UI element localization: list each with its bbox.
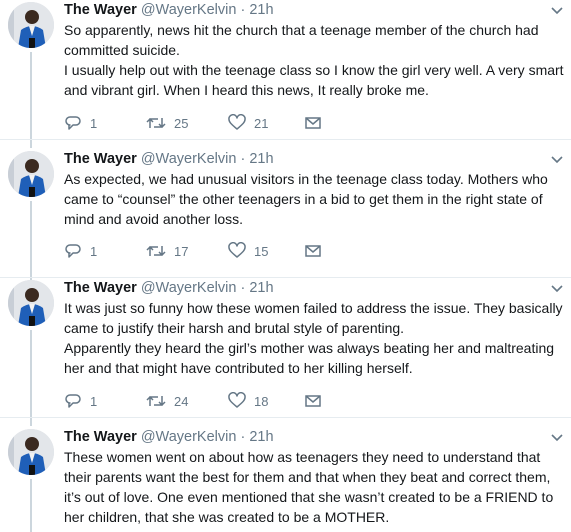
retweet-count: 25 bbox=[174, 115, 189, 131]
tweet-divider bbox=[0, 139, 571, 140]
heart-icon bbox=[228, 114, 246, 130]
tweet-paragraph: As expected, we had unusual visitors in … bbox=[64, 171, 548, 227]
tweet-actions: 1 25 21 bbox=[64, 113, 364, 133]
timestamp[interactable]: 21h bbox=[249, 280, 273, 296]
tweet-text: As expected, we had unusual visitors in … bbox=[64, 169, 564, 229]
like-count: 15 bbox=[254, 243, 269, 259]
tweet-text: These women went on about how as teenage… bbox=[64, 447, 564, 527]
tweet-paragraph: I usually help out with the teenage clas… bbox=[64, 62, 564, 98]
reply-icon bbox=[65, 244, 81, 258]
reply-count: 1 bbox=[90, 243, 98, 259]
thread-connector bbox=[30, 52, 32, 148]
retweet-button[interactable]: 17 bbox=[146, 241, 188, 261]
tweet-text: It was just so funny how these women fai… bbox=[64, 298, 564, 378]
message-button[interactable] bbox=[304, 391, 322, 411]
user-handle[interactable]: @WayerKelvin bbox=[141, 151, 237, 167]
envelope-icon bbox=[305, 395, 321, 407]
display-name[interactable]: The Wayer bbox=[64, 2, 137, 18]
tweet-divider bbox=[0, 417, 571, 418]
display-name[interactable]: The Wayer bbox=[64, 151, 137, 167]
chevron-down-icon[interactable] bbox=[549, 151, 565, 167]
tweet-actions: 1 17 15 bbox=[64, 241, 364, 261]
reply-button[interactable]: 1 bbox=[64, 241, 97, 261]
thread-connector bbox=[30, 479, 32, 532]
tweet-paragraph: It was just so funny how these women fai… bbox=[64, 300, 563, 336]
chevron-down-icon[interactable] bbox=[549, 280, 565, 296]
like-count: 18 bbox=[254, 393, 269, 409]
envelope-icon bbox=[305, 117, 321, 129]
tweet[interactable]: The Wayer @WayerKelvin · 21h These women… bbox=[0, 427, 571, 532]
timestamp[interactable]: 21h bbox=[249, 429, 273, 445]
chevron-down-icon[interactable] bbox=[549, 2, 565, 18]
tweet-thread: The Wayer @WayerKelvin · 21h So apparent… bbox=[0, 0, 571, 532]
timestamp[interactable]: 21h bbox=[249, 151, 273, 167]
retweet-count: 17 bbox=[174, 243, 189, 259]
tweet[interactable]: The Wayer @WayerKelvin · 21h So apparent… bbox=[0, 0, 571, 148]
retweet-button[interactable]: 25 bbox=[146, 113, 188, 133]
avatar[interactable] bbox=[8, 151, 54, 197]
tweet-paragraph: So apparently, news hit the church that … bbox=[64, 22, 539, 58]
display-name[interactable]: The Wayer bbox=[64, 429, 137, 445]
tweet-paragraph: Apparently they heard the girl’s mother … bbox=[64, 340, 555, 376]
user-handle[interactable]: @WayerKelvin bbox=[141, 280, 237, 296]
separator-dot: · bbox=[240, 280, 246, 296]
retweet-button[interactable]: 24 bbox=[146, 391, 188, 411]
retweet-icon bbox=[146, 395, 166, 407]
reply-icon bbox=[65, 116, 81, 130]
message-button[interactable] bbox=[304, 113, 322, 133]
tweet-text: So apparently, news hit the church that … bbox=[64, 20, 564, 100]
avatar[interactable] bbox=[8, 429, 54, 475]
user-handle[interactable]: @WayerKelvin bbox=[141, 2, 237, 18]
message-button[interactable] bbox=[304, 241, 322, 261]
thread-connector bbox=[30, 201, 32, 287]
tweet-header: The Wayer @WayerKelvin · 21h bbox=[64, 149, 274, 169]
tweet-paragraph: These women went on about how as teenage… bbox=[64, 449, 554, 525]
user-handle[interactable]: @WayerKelvin bbox=[141, 429, 237, 445]
thread-connector bbox=[30, 330, 32, 426]
like-count: 21 bbox=[254, 115, 269, 131]
reply-button[interactable]: 1 bbox=[64, 113, 97, 133]
retweet-icon bbox=[146, 117, 166, 129]
reply-icon bbox=[65, 394, 81, 408]
retweet-icon bbox=[146, 245, 166, 257]
reply-button[interactable]: 1 bbox=[64, 391, 97, 411]
heart-icon bbox=[228, 392, 246, 408]
like-button[interactable]: 15 bbox=[228, 241, 268, 261]
avatar[interactable] bbox=[8, 2, 54, 48]
tweet-actions: 1 24 18 bbox=[64, 391, 364, 411]
envelope-icon bbox=[305, 245, 321, 257]
like-button[interactable]: 21 bbox=[228, 113, 268, 133]
separator-dot: · bbox=[240, 2, 246, 18]
like-button[interactable]: 18 bbox=[228, 391, 268, 411]
tweet-header: The Wayer @WayerKelvin · 21h bbox=[64, 278, 274, 298]
separator-dot: · bbox=[240, 151, 246, 167]
avatar[interactable] bbox=[8, 280, 54, 326]
tweet[interactable]: The Wayer @WayerKelvin · 21h As expected… bbox=[0, 149, 571, 287]
tweet[interactable]: The Wayer @WayerKelvin · 21h It was just… bbox=[0, 278, 571, 426]
tweet-header: The Wayer @WayerKelvin · 21h bbox=[64, 0, 274, 20]
display-name[interactable]: The Wayer bbox=[64, 280, 137, 296]
separator-dot: · bbox=[240, 429, 246, 445]
retweet-count: 24 bbox=[174, 393, 189, 409]
reply-count: 1 bbox=[90, 393, 98, 409]
heart-icon bbox=[228, 242, 246, 258]
chevron-down-icon[interactable] bbox=[549, 429, 565, 445]
tweet-header: The Wayer @WayerKelvin · 21h bbox=[64, 427, 274, 447]
timestamp[interactable]: 21h bbox=[249, 2, 273, 18]
reply-count: 1 bbox=[90, 115, 98, 131]
